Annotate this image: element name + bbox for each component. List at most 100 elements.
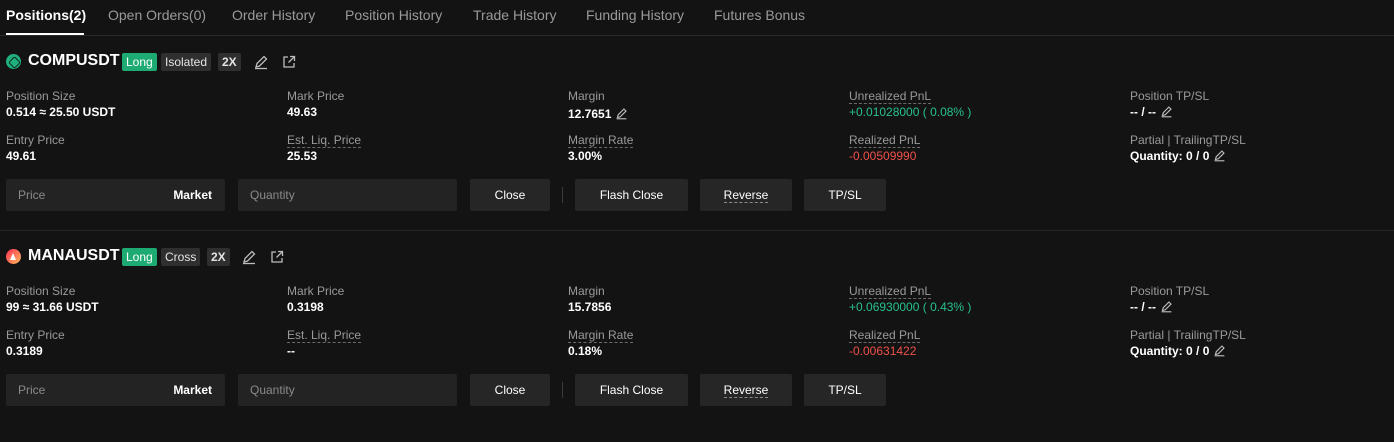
entry-price-value: 0.3189 [6,344,43,358]
share-icon[interactable] [269,249,285,265]
liq-price-label[interactable]: Est. Liq. Price [287,133,362,148]
margin-mode-badge[interactable]: Cross [161,248,201,266]
leverage-badge[interactable]: 2X [207,248,230,266]
margin-rate-label[interactable]: Margin Rate [568,328,634,343]
entry-price-cell: Entry Price 0.3189 [6,326,65,358]
position-card: COMPUSDT Long Isolated 2X Position Size … [0,36,1394,230]
unrealized-pnl-value: +0.01028000 ( 0.08% ) [849,105,972,119]
tab-position-history[interactable]: Position History [345,7,442,23]
reverse-button[interactable]: Reverse [700,179,792,211]
mark-price-cell: Mark Price 0.3198 [287,282,345,314]
mana-coin-icon [6,249,21,264]
entry-price-label: Entry Price [6,328,65,342]
tab-positions[interactable]: Positions(2) [6,7,86,23]
position-tpsl-value: -- / -- [1130,300,1156,314]
margin-cell: Margin 15.7856 [568,282,611,314]
position-size-cell: Position Size 99 ≈ 31.66 USDT [6,282,99,314]
entry-price-cell: Entry Price 49.61 [6,131,65,163]
market-option[interactable]: Market [173,383,212,397]
edit-tpsl-icon[interactable] [1160,105,1173,118]
leverage-badge[interactable]: 2X [218,53,241,71]
position-tpsl-label: Position TP/SL [1130,89,1210,103]
position-tpsl-cell: Position TP/SL -- / -- [1130,87,1210,119]
partial-quantity-wrap: Quantity: 0 / 0 [1130,149,1226,163]
flash-close-button[interactable]: Flash Close [575,374,688,406]
margin-value-wrap: 12.7651 [568,107,628,121]
realized-pnl-label[interactable]: Realized PnL [849,133,921,148]
price-selector[interactable]: Price Market [6,179,225,211]
comp-coin-icon [6,54,21,69]
margin-value: 12.7651 [568,107,612,121]
active-tab-indicator [6,33,84,35]
unrealized-pnl-label[interactable]: Unrealized PnL [849,89,932,104]
liq-price-label[interactable]: Est. Liq. Price [287,328,362,343]
liq-price-cell: Est. Liq. Price -- [287,326,362,358]
position-symbol[interactable]: COMPUSDT [28,52,120,70]
position-size-cell: Position Size 0.514 ≈ 25.50 USDT [6,87,115,119]
quantity-input[interactable] [238,179,457,211]
realized-pnl-value: -0.00509990 [849,149,917,163]
margin-rate-value: 0.18% [568,344,603,358]
partial-trailing-label: Partial | TrailingTP/SL [1130,328,1246,342]
edit-partial-icon[interactable] [1213,344,1226,357]
liq-price-value: 25.53 [287,149,318,163]
close-button[interactable]: Close [470,179,550,211]
reverse-button[interactable]: Reverse [700,374,792,406]
position-tpsl-value-wrap: -- / -- [1130,300,1173,314]
history-tabs: Positions(2) Open Orders(0) Order Histor… [0,0,1394,36]
edit-margin-icon[interactable] [615,107,628,120]
tab-open-orders[interactable]: Open Orders(0) [108,7,206,23]
margin-rate-label[interactable]: Margin Rate [568,133,634,148]
divider [562,187,563,203]
mark-price-cell: Mark Price 49.63 [287,87,345,119]
tab-futures-bonus[interactable]: Futures Bonus [714,7,805,23]
edit-tpsl-icon[interactable] [1160,300,1173,313]
margin-label: Margin [568,89,605,103]
margin-mode-badge[interactable]: Isolated [161,53,212,71]
tab-funding-history[interactable]: Funding History [586,7,684,23]
tpsl-button[interactable]: TP/SL [804,374,886,406]
unrealized-pnl-value: +0.06930000 ( 0.43% ) [849,300,972,314]
side-badge: Long [122,53,157,71]
tab-order-history[interactable]: Order History [232,7,315,23]
flash-close-button[interactable]: Flash Close [575,179,688,211]
quantity-prefix: Quantity: [1130,149,1183,163]
divider [562,382,563,398]
market-option[interactable]: Market [173,188,212,202]
margin-rate-cell: Margin Rate 0.18% [568,326,634,358]
realized-pnl-cell: Realized PnL -0.00509990 [849,131,921,163]
entry-price-label: Entry Price [6,133,65,147]
position-tpsl-cell: Position TP/SL -- / -- [1130,282,1209,314]
close-button[interactable]: Close [470,374,550,406]
edit-icon[interactable] [253,54,269,70]
margin-cell: Margin 12.7651 [568,87,628,121]
side-badge: Long [122,248,157,266]
position-tpsl-value-wrap: -- / -- [1130,105,1173,119]
share-icon[interactable] [281,54,297,70]
position-size-label: Position Size [6,89,76,103]
realized-pnl-value: -0.00631422 [849,344,917,358]
margin-rate-cell: Margin Rate 3.00% [568,131,634,163]
mark-price-value: 49.63 [287,105,318,119]
partial-quantity-wrap: Quantity: 0 / 0 [1130,344,1226,358]
edit-partial-icon[interactable] [1213,149,1226,162]
price-selector[interactable]: Price Market [6,374,225,406]
mark-price-label: Mark Price [287,284,345,298]
tab-trade-history[interactable]: Trade History [473,7,557,23]
unrealized-pnl-label[interactable]: Unrealized PnL [849,284,932,299]
position-symbol[interactable]: MANAUSDT [28,247,120,265]
position-size-value: 99 ≈ 31.66 USDT [6,300,99,314]
reverse-label: Reverse [723,188,769,203]
price-label: Price [18,383,46,397]
quantity-input[interactable] [238,374,457,406]
unrealized-pnl-cell: Unrealized PnL +0.01028000 ( 0.08% ) [849,87,971,119]
tpsl-button[interactable]: TP/SL [804,179,886,211]
position-size-label: Position Size [6,284,76,298]
partial-quantity-value: 0 / 0 [1186,344,1210,358]
mark-price-label: Mark Price [287,89,345,103]
quantity-prefix: Quantity: [1130,344,1183,358]
edit-icon[interactable] [241,249,257,265]
realized-pnl-label[interactable]: Realized PnL [849,328,921,343]
margin-value: 15.7856 [568,300,612,314]
position-tpsl-value: -- / -- [1130,105,1156,119]
